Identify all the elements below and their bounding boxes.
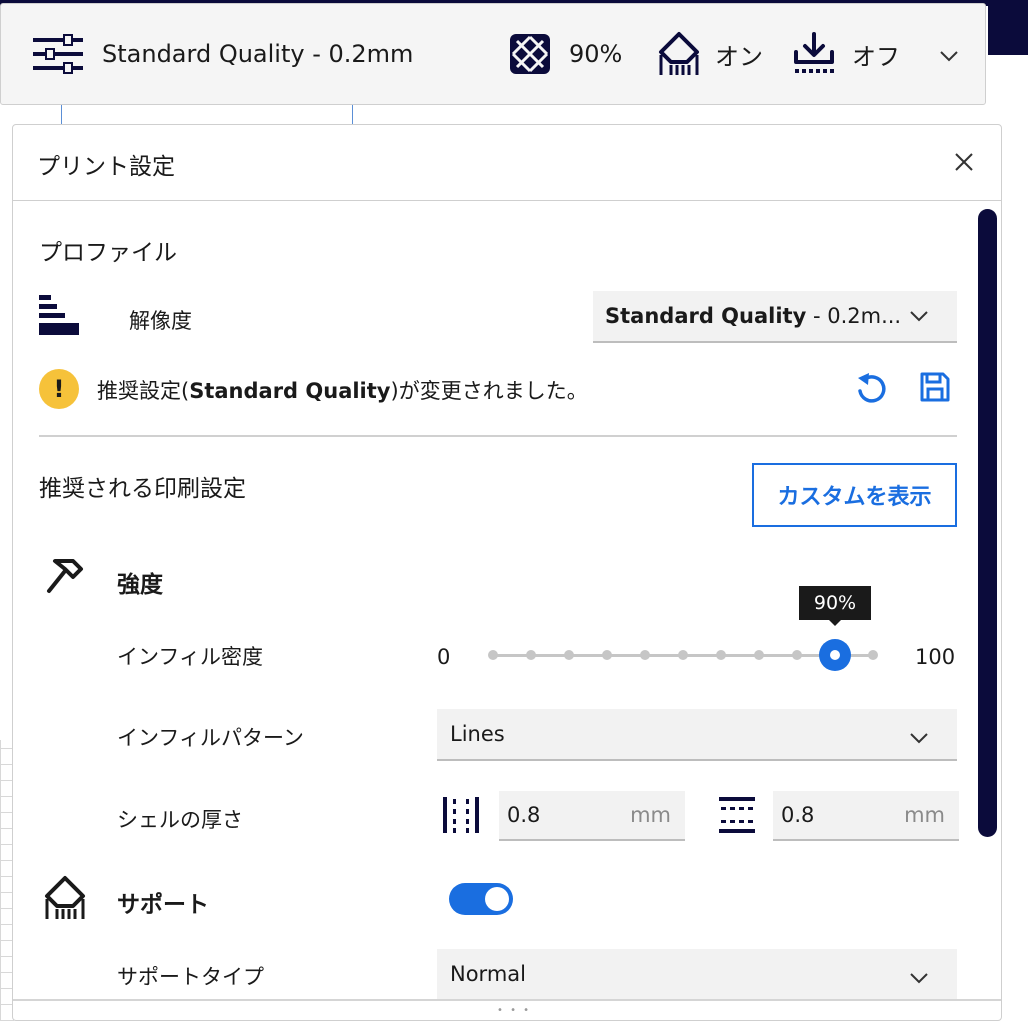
infill-pattern-label: インフィルパターン: [117, 726, 304, 750]
support-toggle[interactable]: [449, 883, 513, 915]
toggle-knob: [485, 887, 509, 911]
profile-select[interactable]: Standard Quality - 0.2m...: [593, 291, 957, 343]
infill-value: 90%: [569, 40, 623, 68]
top-bottom-thickness-field[interactable]: 0.8 mm: [773, 791, 959, 841]
resolution-icon: [39, 295, 79, 341]
profile-select-bold: Standard Quality: [605, 304, 807, 328]
profile-select-rest: - 0.2m...: [806, 304, 902, 328]
profile-name: Standard Quality - 0.2mm: [102, 40, 414, 68]
wall-thickness-icon: [441, 795, 481, 839]
support-type-select[interactable]: Normal: [437, 949, 957, 1001]
slider-tick: [678, 650, 688, 660]
slider-tooltip: 90%: [799, 586, 871, 620]
print-settings-panel: プリント設定 プロファイル 解像度 Standard Quality - 0.2…: [12, 124, 1002, 1021]
infill-pattern-value: Lines: [450, 722, 505, 746]
recommended-title: 推奨される印刷設定: [39, 476, 246, 502]
settings-sliders-icon: [31, 4, 85, 104]
viewport-line: [352, 105, 353, 125]
header-divider: [13, 200, 1001, 201]
strength-title: 強度: [117, 572, 163, 598]
close-icon[interactable]: [949, 147, 979, 177]
hammer-icon: [43, 557, 89, 601]
slider-tick: [754, 650, 764, 660]
support-type-value: Normal: [450, 962, 526, 986]
infill-density-slider-thumb[interactable]: [819, 639, 851, 671]
slider-min-label: 0: [437, 645, 451, 669]
wall-thickness-unit: mm: [630, 803, 671, 827]
expand-chevron-icon[interactable]: [931, 38, 967, 74]
top-bottom-thickness-icon: [717, 795, 757, 839]
warning-icon: !: [39, 369, 79, 409]
profile-changed-warning: 推奨設定(Standard Quality)が変更されました。: [97, 379, 588, 403]
slider-tick: [526, 650, 536, 660]
slider-tick: [564, 650, 574, 660]
section-divider: [39, 435, 957, 437]
panel-title: プリント設定: [37, 154, 175, 180]
shell-thickness-label: シェルの厚さ: [117, 808, 243, 832]
reset-icon[interactable]: [855, 371, 887, 411]
support-type-label: サポートタイプ: [117, 965, 264, 989]
viewport-corner: [988, 0, 1028, 55]
infill-icon: [509, 4, 551, 104]
support-icon: [43, 875, 87, 925]
infill-density-label: インフィル密度: [117, 645, 263, 669]
support-icon: [657, 4, 701, 104]
slider-tick: [488, 650, 498, 660]
slider-tick: [792, 650, 802, 660]
resize-grip-icon[interactable]: • • •: [497, 1005, 531, 1016]
support-value: オン: [715, 42, 763, 71]
infill-pattern-select[interactable]: Lines: [437, 709, 957, 761]
slider-max-label: 100: [915, 645, 956, 669]
adhesion-value: オフ: [852, 42, 900, 71]
wall-thickness-value: 0.8: [507, 803, 541, 827]
top-bottom-thickness-value: 0.8: [781, 803, 815, 827]
slider-tick: [602, 650, 612, 660]
wall-thickness-field[interactable]: 0.8 mm: [499, 791, 685, 841]
slider-tick: [868, 650, 878, 660]
panel-bottom-divider: [13, 999, 1001, 1001]
chevron-down-icon: [909, 725, 929, 749]
support-title: サポート: [117, 892, 209, 918]
chevron-down-icon: [909, 307, 929, 326]
top-bottom-thickness-unit: mm: [904, 803, 945, 827]
scrollbar[interactable]: [978, 209, 997, 837]
slider-tick: [716, 650, 726, 660]
slider-tooltip-arrow: [828, 619, 842, 626]
chevron-down-icon: [909, 965, 929, 989]
save-icon[interactable]: [919, 371, 951, 407]
profile-section-title: プロファイル: [39, 240, 177, 266]
show-custom-button[interactable]: カスタムを表示: [752, 463, 957, 527]
resolution-label: 解像度: [129, 309, 192, 333]
viewport-line: [61, 105, 62, 125]
adhesion-icon: [793, 4, 835, 104]
slider-tick: [640, 650, 650, 660]
print-settings-summary-bar[interactable]: Standard Quality - 0.2mm 90% オン オフ: [0, 3, 986, 105]
